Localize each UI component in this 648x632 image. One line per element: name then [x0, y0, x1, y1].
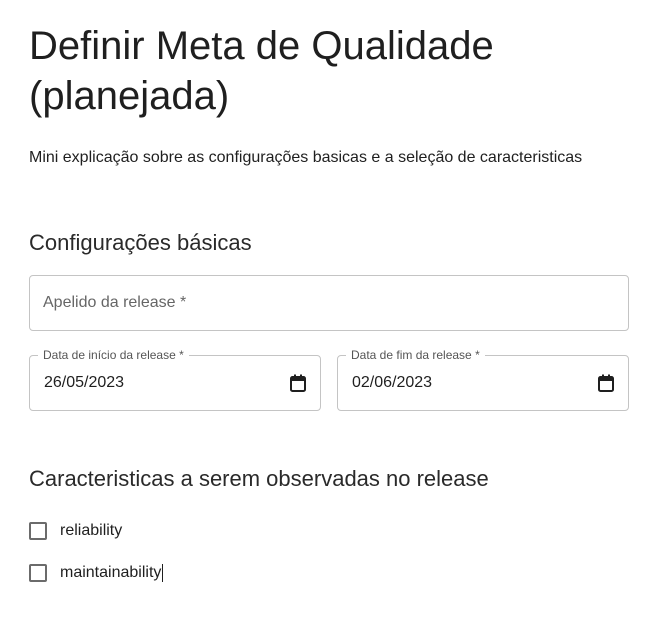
text-cursor [162, 564, 164, 582]
start-date-label: Data de início da release * [38, 348, 189, 362]
start-date-value[interactable]: 26/05/2023 [44, 373, 124, 393]
page-title: Definir Meta de Qualidade (planejada) [29, 24, 494, 118]
page-intro: Mini explicação sobre as configurações b… [29, 149, 583, 166]
calendar-icon[interactable] [290, 374, 306, 392]
release-nickname-placeholder: Apelido da release * [43, 294, 187, 311]
calendar-icon[interactable] [598, 374, 614, 392]
maintainability-label[interactable]: maintainability [60, 563, 161, 583]
end-date-label: Data de fim da release * [346, 348, 485, 362]
quality-goal-page: Definir Meta de Qualidade (planejada) Mi… [0, 0, 648, 632]
maintainability-checkbox[interactable] [29, 564, 47, 582]
release-nickname-field[interactable]: Apelido da release * [29, 275, 629, 331]
maintainability-option[interactable]: maintainability [29, 561, 164, 585]
reliability-label[interactable]: reliability [60, 521, 122, 541]
reliability-checkbox[interactable] [29, 522, 47, 540]
end-date-field[interactable]: Data de fim da release * 02/06/2023 [337, 348, 629, 411]
basic-settings-heading: Configurações básicas [29, 230, 252, 255]
start-date-field[interactable]: Data de início da release * 26/05/2023 [29, 348, 321, 411]
end-date-value[interactable]: 02/06/2023 [352, 373, 432, 393]
reliability-option[interactable]: reliability [29, 519, 122, 543]
characteristics-heading: Caracteristicas a serem observadas no re… [29, 466, 489, 491]
